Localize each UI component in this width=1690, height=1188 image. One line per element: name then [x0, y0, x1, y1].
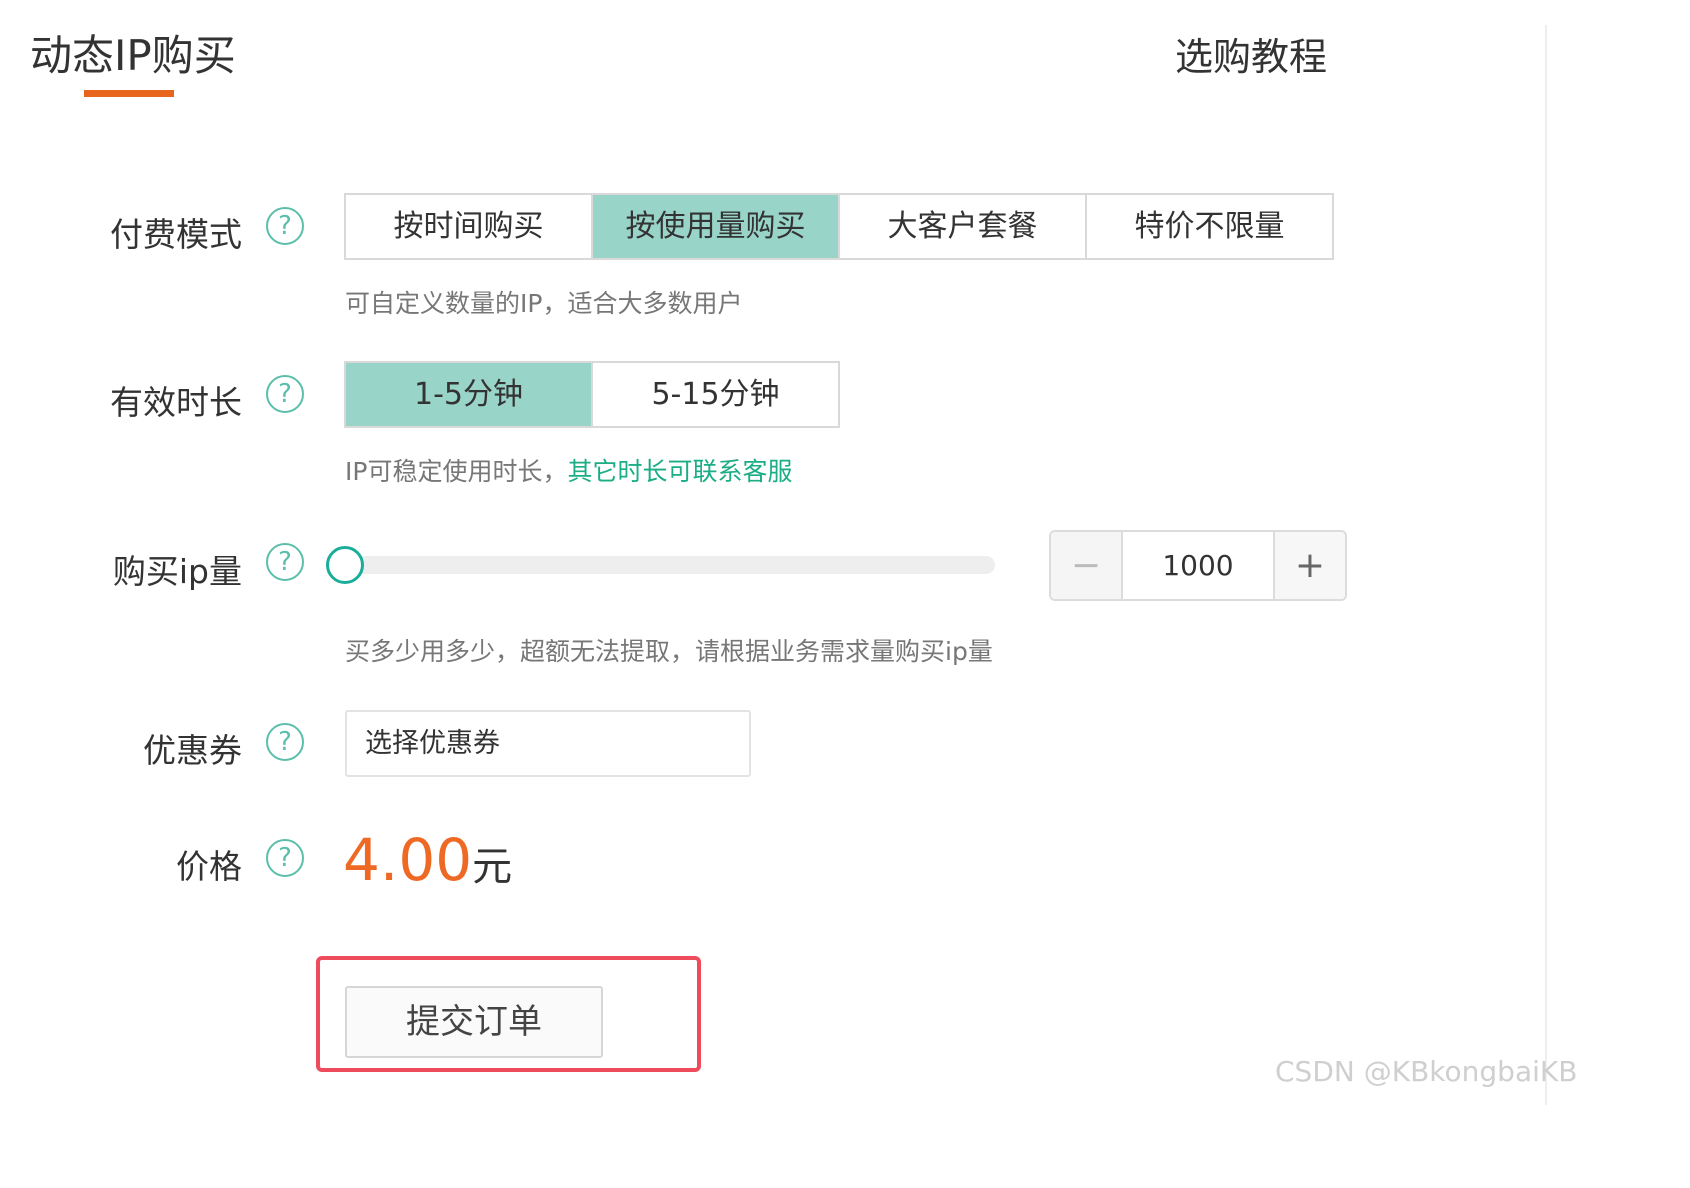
price-display: 4.00元 — [343, 826, 512, 894]
watermark: CSDN @KBkongbaiKB — [1275, 1055, 1578, 1088]
ip-quantity-help-icon[interactable]: ? — [266, 543, 304, 581]
price-help-icon[interactable]: ? — [266, 839, 304, 877]
page-title: 动态IP购买 — [30, 31, 236, 80]
ip-quantity-value[interactable]: 1000 — [1121, 532, 1275, 599]
ip-quantity-hint: 买多少用多少，超额无法提取，请根据业务需求量购买ip量 — [345, 637, 993, 666]
contact-service-link[interactable]: 其它时长可联系客服 — [567, 457, 792, 486]
payment-mode-option-time[interactable]: 按时间购买 — [346, 195, 593, 258]
coupon-help-icon[interactable]: ? — [266, 723, 304, 761]
coupon-label: 优惠券 — [143, 731, 242, 770]
title-underline — [84, 90, 174, 97]
duration-option-1-5[interactable]: 1-5分钟 — [346, 363, 593, 426]
duration-hint: IP可稳定使用时长，其它时长可联系客服 — [345, 452, 792, 488]
price-unit: 元 — [472, 844, 513, 890]
ip-quantity-slider-track[interactable] — [345, 556, 995, 574]
coupon-select[interactable]: 选择优惠券 — [345, 710, 751, 777]
duration-help-icon[interactable]: ? — [266, 375, 304, 413]
payment-mode-hint: 可自定义数量的IP，适合大多数用户 — [345, 289, 743, 318]
duration-hint-text: IP可稳定使用时长， — [345, 457, 568, 486]
payment-mode-option-unlimited[interactable]: 特价不限量 — [1087, 195, 1332, 258]
duration-segments: 1-5分钟 5-15分钟 — [344, 361, 840, 428]
payment-mode-label: 付费模式 — [110, 215, 242, 254]
decrement-button[interactable]: − — [1051, 532, 1121, 599]
payment-mode-help-icon[interactable]: ? — [266, 207, 304, 245]
ip-quantity-stepper: − 1000 + — [1049, 530, 1347, 601]
duration-label: 有效时长 — [110, 383, 242, 422]
tutorial-link[interactable]: 选购教程 — [1175, 26, 1327, 81]
duration-option-5-15[interactable]: 5-15分钟 — [593, 363, 838, 426]
ip-quantity-slider-handle[interactable] — [326, 546, 364, 584]
ip-quantity-label: 购买ip量 — [112, 552, 242, 591]
payment-mode-segments: 按时间购买 按使用量购买 大客户套餐 特价不限量 — [344, 193, 1334, 260]
submit-order-button[interactable]: 提交订单 — [345, 986, 603, 1058]
increment-button[interactable]: + — [1275, 532, 1345, 599]
payment-mode-option-enterprise[interactable]: 大客户套餐 — [840, 195, 1087, 258]
price-amount: 4.00 — [343, 826, 473, 894]
right-divider — [1545, 25, 1547, 1105]
payment-mode-option-usage[interactable]: 按使用量购买 — [593, 195, 840, 258]
price-label: 价格 — [176, 847, 242, 886]
